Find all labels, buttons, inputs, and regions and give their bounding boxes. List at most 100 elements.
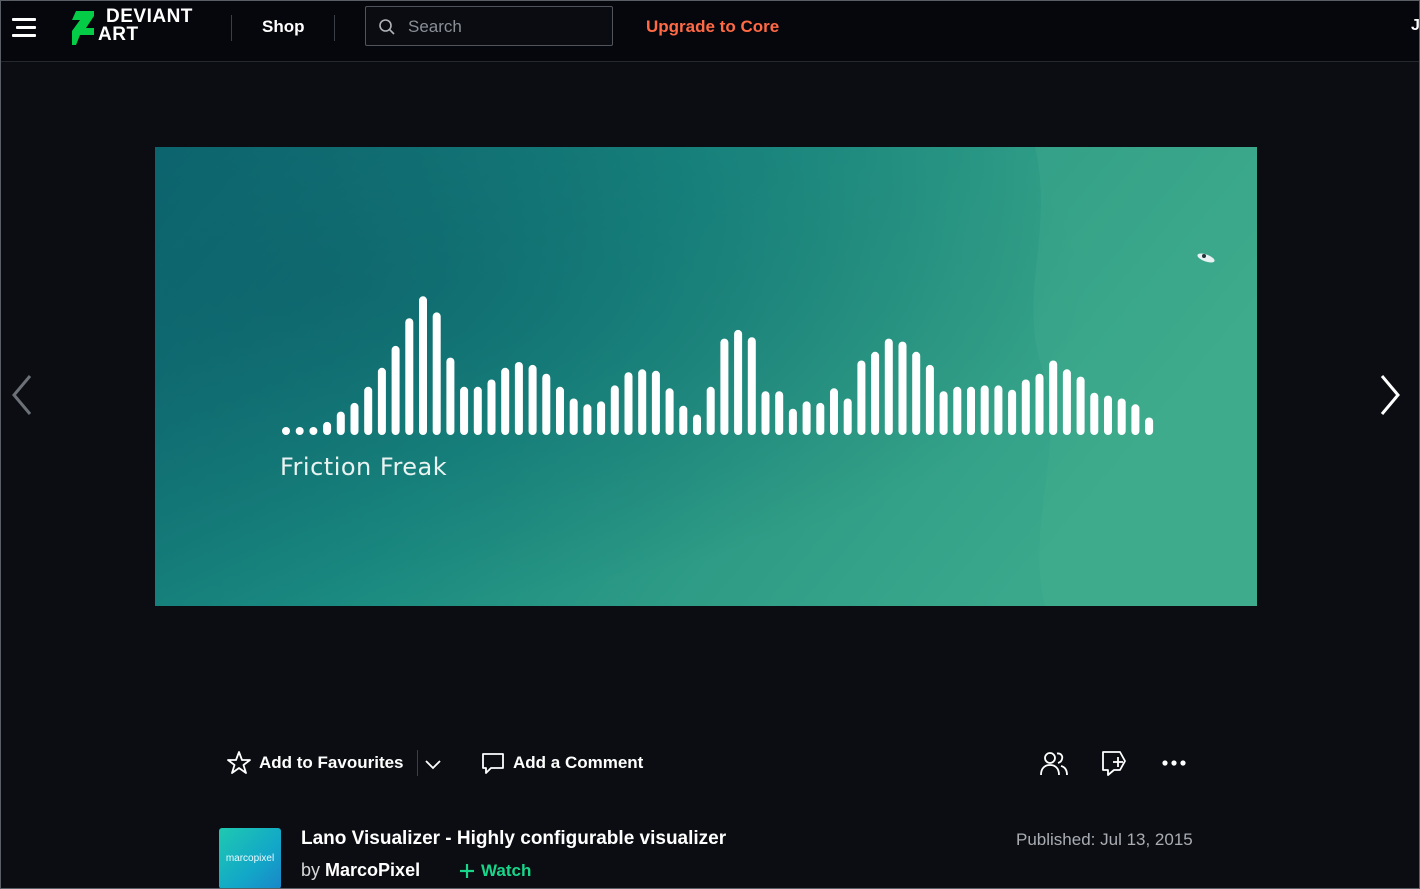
visualizer-bar xyxy=(1035,373,1044,435)
visualizer-bar xyxy=(912,351,921,435)
plus-icon xyxy=(460,864,474,878)
visualizer-bar xyxy=(706,386,715,435)
visualizer-bar xyxy=(967,386,975,435)
logo-wordmark: DEVIANT ART xyxy=(98,6,193,45)
divider xyxy=(334,15,335,41)
visualizer-bar xyxy=(1131,404,1140,435)
add-to-collection-icon[interactable] xyxy=(1098,746,1130,778)
visualizer-bar xyxy=(1076,376,1085,435)
upgrade-to-core-link[interactable]: Upgrade to Core xyxy=(646,17,779,37)
visualizer-bar xyxy=(542,373,551,435)
author-avatar[interactable]: marcopixel xyxy=(219,828,281,889)
visualizer-bar xyxy=(638,369,647,435)
visualizer-bar xyxy=(693,414,701,435)
visualizer-bar xyxy=(514,362,523,435)
visualizer-bar xyxy=(830,388,838,435)
visualizer-bar xyxy=(1062,369,1071,435)
visualizer-bar xyxy=(1021,379,1030,435)
next-arrow-icon[interactable] xyxy=(1374,370,1406,420)
search-icon xyxy=(379,19,395,35)
visualizer-bar xyxy=(1145,417,1154,435)
comment-icon xyxy=(482,753,504,774)
visualizer-bar xyxy=(871,351,880,435)
artwork-caption: Friction Freak xyxy=(280,453,447,481)
visualizer-bar xyxy=(1008,389,1017,435)
divider xyxy=(417,750,418,776)
visualizer-bar xyxy=(884,338,893,435)
visualizer-bar xyxy=(487,379,496,435)
published-date: Published: Jul 13, 2015 xyxy=(1016,830,1193,849)
watch-button[interactable]: Watch xyxy=(459,861,531,881)
shop-link[interactable]: Shop xyxy=(262,17,305,37)
visualizer-bar xyxy=(610,385,619,435)
search-box[interactable] xyxy=(365,6,613,46)
visualizer-bar xyxy=(377,367,386,435)
visualizer-bar xyxy=(419,296,427,435)
visualizer-bar xyxy=(939,391,948,435)
avatar-text: marcopixel xyxy=(225,853,275,864)
visualizer-bar xyxy=(336,411,345,435)
visualizer-bar xyxy=(720,338,729,435)
author-link[interactable]: MarcoPixel xyxy=(325,860,420,880)
visualizer-bar xyxy=(282,427,290,435)
visualizer-bar xyxy=(583,404,592,435)
visualizer-bar xyxy=(788,408,797,435)
visualizer-bar xyxy=(501,367,510,435)
visualizer-bar xyxy=(980,385,989,435)
comment-label: Add a Comment xyxy=(513,753,644,772)
visualizer-bar xyxy=(446,357,455,435)
favourite-label: Add to Favourites xyxy=(259,753,404,772)
search-input[interactable] xyxy=(406,15,606,39)
visualizer-bar xyxy=(679,405,688,435)
visualizer-bar xyxy=(405,318,414,435)
visualizer-bar xyxy=(364,386,373,435)
visualizer-bar xyxy=(816,402,825,435)
watch-label: Watch xyxy=(481,861,532,880)
by-prefix: by xyxy=(301,860,321,880)
visualizer-bar xyxy=(994,385,1003,435)
visualizer-bar xyxy=(624,372,633,435)
chevron-down-icon[interactable] xyxy=(422,753,444,775)
visualizer-bar xyxy=(473,386,482,435)
visualizer-bar xyxy=(761,391,770,435)
visualizer-bar xyxy=(843,398,852,435)
visualizer-bar xyxy=(775,391,784,435)
deviation-title: Lano Visualizer - Highly configurable vi… xyxy=(301,828,727,849)
more-options-icon[interactable] xyxy=(1158,746,1190,778)
add-comment-button[interactable]: Add a Comment xyxy=(480,750,643,776)
add-to-favourites-button[interactable]: Add to Favourites xyxy=(226,750,404,776)
visualizer-bar xyxy=(925,364,934,435)
visualizer-bar xyxy=(569,398,578,435)
previous-arrow-icon[interactable] xyxy=(6,370,38,420)
user-menu[interactable]: J xyxy=(1411,17,1420,35)
visualizer-bar xyxy=(747,337,756,435)
visualizer-bar xyxy=(597,401,606,435)
visualizer-bar xyxy=(309,427,318,435)
visualizer-bar xyxy=(350,402,359,435)
visualizer-bar xyxy=(734,329,743,435)
visualizer-bar xyxy=(857,360,866,435)
divider xyxy=(231,15,232,41)
visualizer-bar xyxy=(802,401,811,435)
visualizer-bar xyxy=(295,427,304,435)
visualizer-bar xyxy=(432,312,441,435)
visualizer-bar xyxy=(460,386,469,435)
menu-icon[interactable] xyxy=(10,14,38,42)
visualizer-bar xyxy=(323,421,332,435)
visualizer-bar xyxy=(665,388,674,435)
byline: by MarcoPixel xyxy=(301,860,420,881)
artwork-image[interactable]: Friction Freak xyxy=(155,147,1257,606)
visualizer-bar xyxy=(898,341,907,435)
group-users-icon[interactable] xyxy=(1038,748,1070,780)
visualizer-bar xyxy=(1117,398,1126,435)
top-navigation-bar: DEVIANT ART Shop Upgrade to Core J xyxy=(0,0,1420,62)
visualizer-bar xyxy=(391,345,400,435)
visualizer-bar xyxy=(1090,392,1099,435)
visualizer-bar xyxy=(556,386,564,435)
visualizer-bar xyxy=(651,370,660,435)
visualizer-bar xyxy=(1104,395,1112,435)
artwork-canvas: Friction Freak xyxy=(155,147,1257,606)
star-icon xyxy=(227,751,251,774)
visualizer-bar xyxy=(953,386,962,435)
visualizer-bar xyxy=(528,364,537,435)
